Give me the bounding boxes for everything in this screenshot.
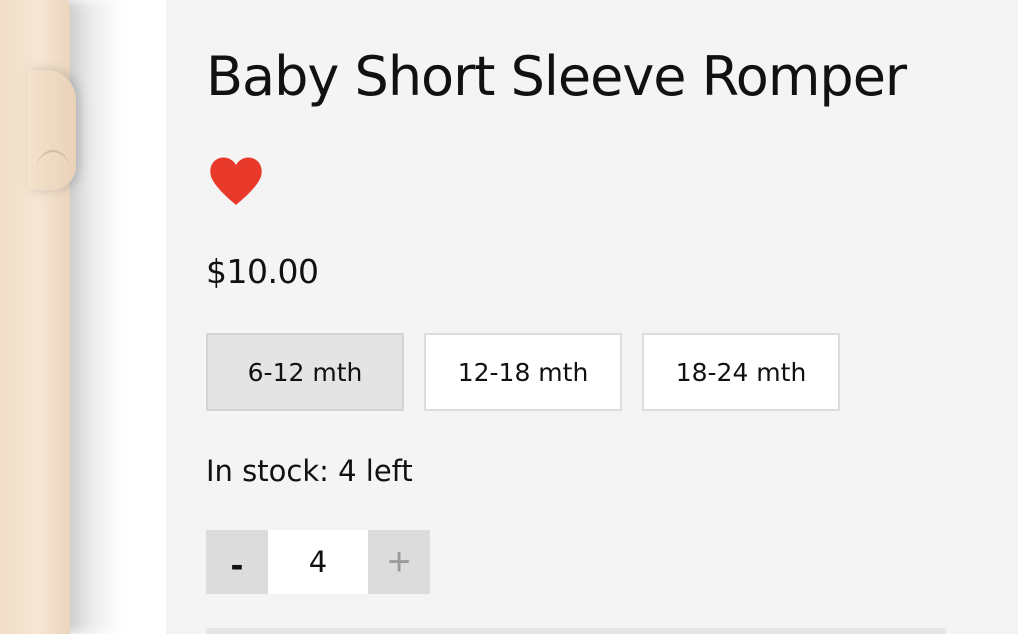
decrease-quantity-button[interactable]: - xyxy=(206,530,268,594)
romper-seam xyxy=(36,150,70,192)
size-option-12-18[interactable]: 12-18 mth xyxy=(424,333,622,411)
increase-quantity-button[interactable]: + xyxy=(368,530,430,594)
heart-icon xyxy=(210,157,262,205)
product-image xyxy=(0,0,166,634)
size-option-6-12[interactable]: 6-12 mth xyxy=(206,333,404,411)
product-detail-panel: Baby Short Sleeve Romper $10.00 6-12 mth… xyxy=(166,0,1018,634)
product-page: Baby Short Sleeve Romper $10.00 6-12 mth… xyxy=(0,0,1018,634)
size-selector: 6-12 mth 12-18 mth 18-24 mth xyxy=(206,333,840,411)
quantity-input[interactable] xyxy=(268,530,368,594)
product-price: $10.00 xyxy=(206,252,319,291)
quantity-stepper: - + xyxy=(206,530,430,594)
stock-status: In stock: 4 left xyxy=(206,454,413,488)
size-option-18-24[interactable]: 18-24 mth xyxy=(642,333,840,411)
product-title: Baby Short Sleeve Romper xyxy=(206,45,907,108)
favorite-button[interactable] xyxy=(208,156,264,208)
add-to-cart-area-edge xyxy=(206,628,946,634)
